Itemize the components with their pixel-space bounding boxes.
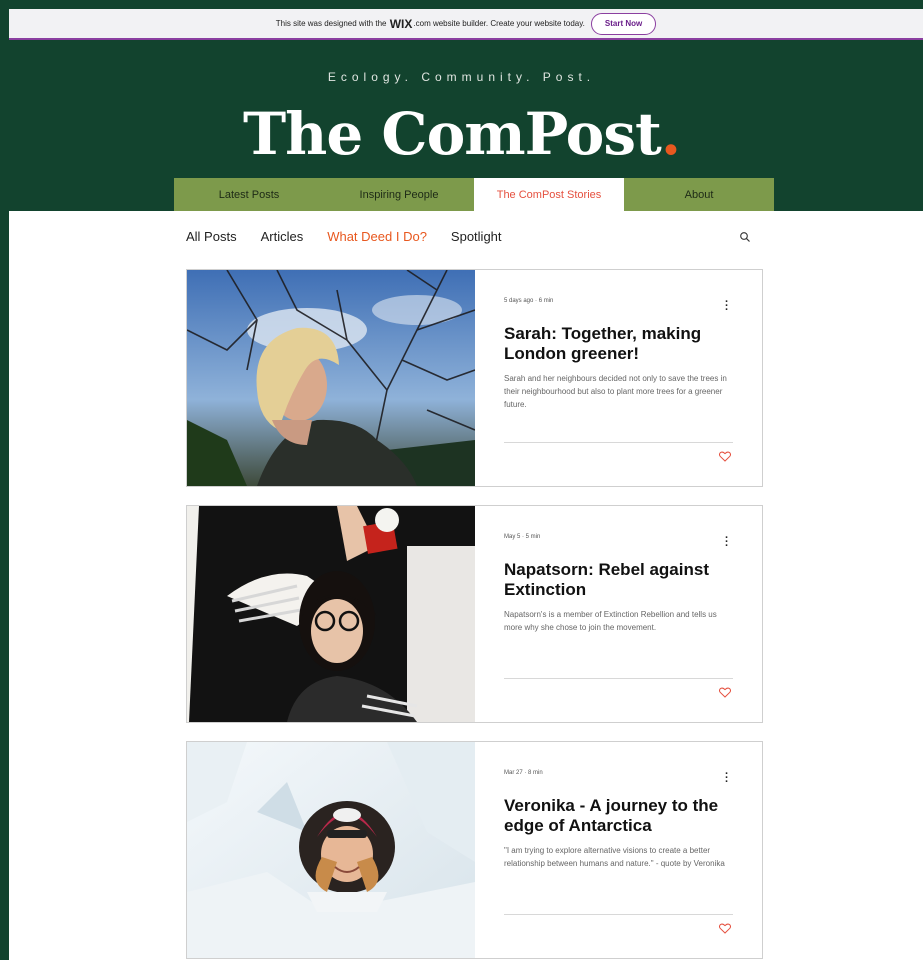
main-nav: Latest Posts Inspiring People The ComPos… xyxy=(174,178,774,211)
more-options-icon[interactable]: · · · xyxy=(725,533,729,552)
wix-logo: WIX xyxy=(389,16,413,31)
post-image[interactable] xyxy=(187,270,475,486)
heart-icon[interactable] xyxy=(719,923,731,934)
site-title-dot: . xyxy=(660,100,681,168)
wix-banner-text-after: .com website builder. Create your websit… xyxy=(413,19,585,28)
nav-about[interactable]: About xyxy=(624,178,774,211)
post-meta: May 5 · 5 min xyxy=(504,534,541,540)
divider xyxy=(504,442,733,443)
post-card[interactable]: May 5 · 5 min Napatsorn: Rebel against E… xyxy=(186,505,763,723)
post-excerpt[interactable]: "I am trying to explore alternative visi… xyxy=(504,844,734,870)
nav-compost-stories[interactable]: The ComPost Stories xyxy=(474,178,624,211)
post-title[interactable]: Veronika - A journey to the edge of Anta… xyxy=(504,796,734,836)
post-card[interactable]: 5 days ago · 6 min Sarah: Together, maki… xyxy=(186,269,763,487)
post-excerpt[interactable]: Napatsorn's is a member of Extinction Re… xyxy=(504,608,734,634)
heart-icon[interactable] xyxy=(719,451,731,462)
site-tagline: Ecology. Community. Post. xyxy=(327,70,596,84)
category-spotlight[interactable]: Spotlight xyxy=(451,229,502,244)
search-icon[interactable] xyxy=(739,231,751,243)
more-options-icon[interactable]: · · · xyxy=(725,297,729,316)
post-title[interactable]: Napatsorn: Rebel against Extinction xyxy=(504,560,734,600)
divider xyxy=(504,914,733,915)
more-options-icon[interactable]: · · · xyxy=(725,769,729,788)
site-title[interactable]: The ComPost. xyxy=(0,100,923,168)
site-title-text: The ComPost xyxy=(242,100,662,168)
post-title[interactable]: Sarah: Together, making London greener! xyxy=(504,324,734,364)
post-card[interactable]: Mar 27 · 8 min Veronika - A journey to t… xyxy=(186,741,763,959)
post-image[interactable] xyxy=(187,506,475,722)
category-what-deed-i-do[interactable]: What Deed I Do? xyxy=(327,229,427,244)
category-menu: All Posts Articles What Deed I Do? Spotl… xyxy=(186,229,502,244)
wix-banner-text-before: This site was designed with the xyxy=(275,19,387,28)
nav-inspiring-people[interactable]: Inspiring People xyxy=(324,178,474,211)
post-image[interactable] xyxy=(187,742,475,958)
post-meta: 5 days ago · 6 min xyxy=(504,298,554,304)
heart-icon[interactable] xyxy=(719,687,731,698)
post-meta: Mar 27 · 8 min xyxy=(504,770,543,776)
post-excerpt[interactable]: Sarah and her neighbours decided not onl… xyxy=(504,372,734,411)
wix-banner: This site was designed with the WIX .com… xyxy=(9,9,923,40)
start-now-button[interactable]: Start Now xyxy=(590,12,657,35)
divider xyxy=(504,678,733,679)
category-all-posts[interactable]: All Posts xyxy=(186,229,237,244)
nav-latest-posts[interactable]: Latest Posts xyxy=(174,178,324,211)
category-articles[interactable]: Articles xyxy=(261,229,304,244)
